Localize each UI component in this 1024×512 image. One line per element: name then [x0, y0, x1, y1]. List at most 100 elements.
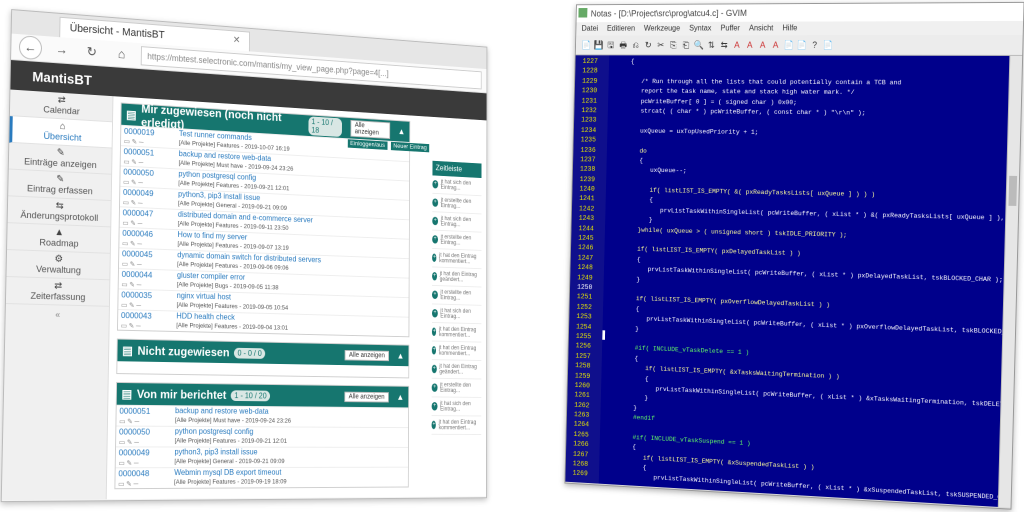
timeline-item[interactable]: + jt hat den Eintrag kommentiert...	[432, 248, 482, 270]
issue-id-text[interactable]: 0000050	[119, 427, 150, 437]
timeline-item[interactable]: + jt hat den Eintrag kommentiert...	[431, 416, 482, 435]
app-logo[interactable]: MantisBT	[11, 67, 113, 89]
timeline-item[interactable]: + jt hat den Eintrag kommentiert...	[431, 322, 482, 343]
issue-id-text[interactable]: 0000048	[118, 468, 149, 478]
timeline-item[interactable]: + jt hat sich den Eintrag...	[431, 397, 482, 417]
issue-id-text[interactable]: 0000051	[119, 406, 150, 416]
timeline-item[interactable]: + jt hat sich den Eintrag...	[431, 304, 482, 325]
issue-id[interactable]: 0000035 ▭ ✎ ─	[118, 289, 176, 310]
toolbar-icon[interactable]: ↻	[643, 40, 653, 50]
issue-id[interactable]: 0000044 ▭ ✎ ─	[119, 269, 177, 290]
table-row[interactable]: 0000049 ▭ ✎ ─ python3, pip3 install issue[…	[115, 446, 409, 468]
issue-id[interactable]: 0000046 ▭ ✎ ─	[119, 228, 177, 250]
back-icon[interactable]: ←	[18, 35, 43, 61]
issue-id[interactable]: 0000050 ▭ ✎ ─	[120, 166, 178, 188]
sidebar-item[interactable]: ⚙ Verwaltung	[6, 250, 110, 281]
collapse-icon[interactable]: ▲	[398, 127, 405, 137]
menu-item[interactable]: Ansicht	[749, 22, 774, 36]
toolbar-icon[interactable]: ⎗	[681, 40, 691, 51]
issue-id[interactable]: 0000048 ▭ ✎ ─	[115, 468, 174, 488]
toolbar-icon[interactable]: A	[757, 40, 767, 51]
reload-icon[interactable]: ↻	[81, 41, 102, 64]
issue-id-text[interactable]: 0000051	[124, 146, 155, 157]
issue-id-text[interactable]: 0000049	[123, 187, 154, 198]
issue-id-text[interactable]: 0000019	[124, 126, 155, 137]
issue-id-text[interactable]: 0000047	[123, 207, 154, 218]
toolbar-icon[interactable]: ⎘	[668, 40, 678, 51]
show-all-button[interactable]: Alle anzeigen	[350, 119, 391, 140]
timeline-item[interactable]: + jt hat sich den Eintrag...	[432, 175, 482, 197]
toolbar-icon[interactable]: 🖶	[618, 40, 628, 50]
toolbar-icon[interactable]: ?	[809, 40, 820, 51]
timeline-item[interactable]: + jt hat den Eintrag kommentiert...	[431, 341, 482, 361]
issue-id[interactable]: 0000049 ▭ ✎ ─	[116, 447, 175, 467]
scroll-thumb[interactable]	[1008, 175, 1018, 206]
timeline-text: jt erstellte den Eintrag...	[440, 197, 472, 210]
issue-id[interactable]: 0000043 ▭ ✎ ─	[118, 310, 177, 331]
table-row[interactable]: 0000048 ▭ ✎ ─ Webmin mysql DB export timeo…	[115, 466, 408, 489]
table-row[interactable]: 0000050 ▭ ✎ ─ python postgresql config [All…	[116, 425, 409, 447]
timeline-item[interactable]: + jt erstellte den Eintrag...	[432, 193, 482, 215]
issue-id-text[interactable]: 0000044	[122, 269, 153, 280]
show-all-button[interactable]: Alle anzeigen	[344, 391, 389, 403]
issue-id-text[interactable]: 0000049	[119, 447, 150, 457]
menu-item[interactable]: Werkzeuge	[644, 22, 681, 35]
issue-id-text[interactable]: 0000050	[123, 167, 154, 178]
issue-title-link[interactable]: python3, pip3 install issue	[174, 447, 408, 457]
toolbar-icon[interactable]: ✂	[656, 40, 666, 51]
issue-id[interactable]: 0000051 ▭ ✎ ─	[121, 146, 179, 168]
issue-meta: [Alle Projekte] General - 2019-09-21 09:…	[174, 458, 285, 466]
toolbar-icon[interactable]: 📄	[783, 40, 794, 51]
sidebar-collapse-icon[interactable]: «	[6, 308, 109, 321]
code-area[interactable]: { /* Run through all the lists that coul…	[598, 55, 1010, 507]
toolbar-icon[interactable]: A	[745, 40, 755, 51]
toolbar-icon[interactable]: 💾	[593, 40, 603, 50]
toolbar-icon[interactable]: 📄	[581, 40, 591, 50]
issue-id[interactable]: 0000047 ▭ ✎ ─	[120, 207, 178, 229]
timeline-item[interactable]: + jt erstellte den Eintrag...	[432, 285, 482, 306]
menu-item[interactable]: Datei	[581, 22, 599, 35]
timeline-item[interactable]: + jt hat sich den Eintrag...	[432, 212, 482, 233]
toolbar-icon[interactable]: 🔍	[694, 40, 704, 51]
timeline-text: jt hat den Eintrag geändert...	[439, 363, 477, 376]
forward-icon[interactable]: →	[51, 39, 72, 62]
toolbar-icon[interactable]: ⇆	[719, 40, 729, 51]
toolbar-icon[interactable]: 🖫	[606, 40, 616, 50]
timeline-text: jt hat den Eintrag kommentiert...	[438, 419, 477, 431]
issue-id-text[interactable]: 0000045	[122, 248, 153, 259]
sidebar-item[interactable]: ▲ Roadmap	[7, 223, 111, 254]
issue-id[interactable]: 0000051 ▭ ✎ ─	[116, 406, 175, 426]
sidebar-item[interactable]: ⇄ Zeiterfassung	[5, 277, 110, 307]
menu-item[interactable]: Syntax	[689, 22, 712, 35]
toolbar-icon[interactable]: A	[770, 40, 780, 51]
issue-id[interactable]: 0000049 ▭ ✎ ─	[120, 187, 178, 209]
issue-id-text[interactable]: 0000046	[122, 228, 153, 239]
show-all-button[interactable]: Alle anzeigen	[344, 349, 390, 361]
sidebar-item[interactable]: ⇆ Änderungsprotokoll	[7, 196, 111, 228]
toolbar-icon[interactable]: 📄	[796, 40, 807, 51]
toolbar-icon[interactable]: A	[732, 40, 742, 51]
table-row[interactable]: 0000051 ▭ ✎ ─ backup and restore web-data[…	[116, 404, 409, 428]
issue-id[interactable]: 0000019 ▭ ✎ ─	[121, 126, 179, 149]
home-icon[interactable]: ⌂	[111, 43, 132, 66]
timeline-item[interactable]: + jt erstellte den Eintrag...	[432, 230, 482, 251]
toolbar-icon[interactable]: ⇅	[706, 40, 716, 51]
toolbar-icon[interactable]: 📄	[822, 40, 834, 51]
menu-item[interactable]: Hilfe	[782, 22, 797, 36]
close-tab-icon[interactable]: ✕	[233, 31, 241, 50]
menu-item[interactable]: Editieren	[607, 22, 635, 35]
menu-item[interactable]: Puffer	[720, 22, 740, 36]
issue-id-text[interactable]: 0000035	[121, 289, 152, 300]
issue-summary: python3, pip3 install issue [Alle Projekt…	[174, 447, 408, 467]
timeline-item[interactable]: + jt hat den Eintrag geändert...	[431, 360, 482, 380]
toolbar-icon[interactable]: ⎌	[631, 40, 641, 50]
issue-id-text[interactable]: 0000043	[121, 310, 152, 321]
timeline-title: Zeitleiste	[432, 160, 482, 179]
issue-id[interactable]: 0000045 ▭ ✎ ─	[119, 248, 177, 270]
collapse-icon[interactable]: ▲	[397, 351, 405, 361]
issue-id[interactable]: 0000050 ▭ ✎ ─	[116, 427, 175, 447]
collapse-icon[interactable]: ▲	[396, 392, 404, 401]
timeline-item[interactable]: + jt erstellte den Eintrag...	[431, 378, 482, 398]
timeline-item[interactable]: + jt hat den Eintrag geändert...	[432, 267, 482, 288]
